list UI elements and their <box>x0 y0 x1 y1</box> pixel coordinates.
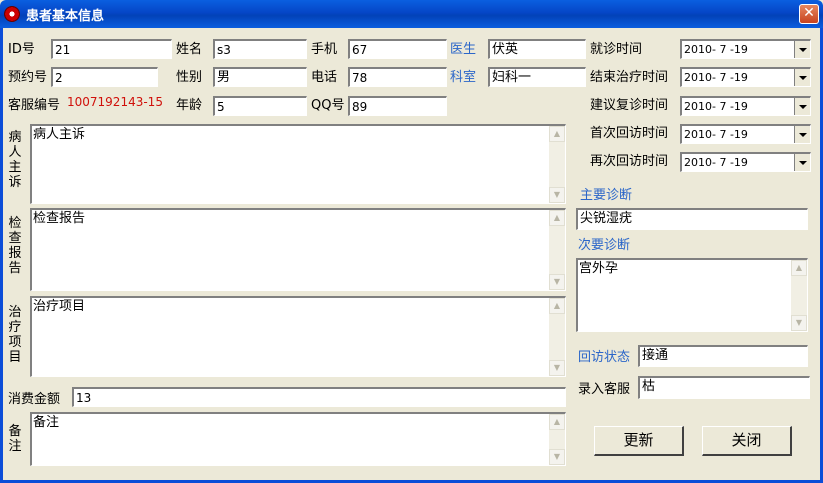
secondary-diagnosis-scrollbar[interactable]: ▲ ▼ <box>791 260 807 331</box>
treatment-label: 治疗项目 <box>8 305 22 365</box>
remark-textarea[interactable]: 备注 ▲ ▼ <box>30 412 566 466</box>
secondary-diagnosis-text: 宫外孕 <box>579 261 619 276</box>
scroll-up-icon[interactable]: ▲ <box>549 414 565 430</box>
amount-field[interactable]: 13 <box>72 387 566 407</box>
scroll-down-icon[interactable]: ▼ <box>549 187 565 203</box>
scroll-up-icon[interactable]: ▲ <box>549 210 565 226</box>
complaint-label: 病人主诉 <box>8 130 22 190</box>
qq-field[interactable]: 89 <box>348 96 447 116</box>
treatment-textarea[interactable]: 治疗项目 ▲ ▼ <box>30 296 566 377</box>
remark-text: 备注 <box>33 415 60 430</box>
complaint-scrollbar[interactable]: ▲ ▼ <box>549 126 565 203</box>
gender-field[interactable]: 男 <box>213 67 307 87</box>
appointment-field[interactable]: 2 <box>51 67 158 87</box>
complaint-text: 病人主诉 <box>33 127 86 142</box>
chevron-down-icon[interactable] <box>794 126 810 143</box>
secondary-diagnosis-textarea[interactable]: 宫外孕 ▲ ▼ <box>576 258 808 332</box>
name-field[interactable]: s3 <box>213 39 307 59</box>
mobile-field[interactable]: 67 <box>348 39 447 59</box>
scroll-up-icon[interactable]: ▲ <box>549 298 565 314</box>
suggest-revisit-label: 建议复诊时间 <box>590 98 669 113</box>
report-textarea[interactable]: 检查报告 ▲ ▼ <box>30 208 566 291</box>
main-diagnosis-label: 主要诊断 <box>580 188 633 203</box>
report-label: 检查报告 <box>8 216 22 276</box>
amount-label: 消费金额 <box>8 392 61 407</box>
scroll-down-icon[interactable]: ▼ <box>549 449 565 465</box>
suggest-revisit-value: 2010- 7 -19 <box>684 100 748 113</box>
scroll-up-icon[interactable]: ▲ <box>791 260 807 276</box>
report-scrollbar[interactable]: ▲ ▼ <box>549 210 565 290</box>
app-icon <box>4 6 20 22</box>
complaint-textarea[interactable]: 病人主诉 ▲ ▼ <box>30 124 566 204</box>
visit-time-value: 2010- 7 -19 <box>684 43 748 56</box>
patient-info-window: 患者基本信息 ✕ ID号 21 姓名 s3 手机 67 医生 伏英 就诊时间 2… <box>0 0 823 483</box>
chevron-down-icon[interactable] <box>794 154 810 171</box>
first-followup-value: 2010- 7 -19 <box>684 128 748 141</box>
end-treatment-value: 2010- 7 -19 <box>684 71 748 84</box>
title-bar[interactable]: 患者基本信息 ✕ <box>0 0 823 28</box>
scroll-down-icon[interactable]: ▼ <box>549 360 565 376</box>
remark-scrollbar[interactable]: ▲ ▼ <box>549 414 565 465</box>
first-followup-select[interactable]: 2010- 7 -19 <box>680 124 811 144</box>
close-button[interactable]: 关闭 <box>702 426 792 456</box>
secondary-diagnosis-label: 次要诊断 <box>578 238 631 253</box>
name-label: 姓名 <box>176 42 203 57</box>
doctor-field[interactable]: 伏英 <box>488 39 586 59</box>
suggest-revisit-select[interactable]: 2010- 7 -19 <box>680 96 811 116</box>
close-icon[interactable]: ✕ <box>799 4 819 24</box>
mobile-label: 手机 <box>311 42 338 57</box>
treatment-scrollbar[interactable]: ▲ ▼ <box>549 298 565 376</box>
qq-label: QQ号 <box>311 98 345 113</box>
id-label: ID号 <box>8 42 35 57</box>
department-field[interactable]: 妇科一 <box>488 67 586 87</box>
window-title: 患者基本信息 <box>26 9 105 24</box>
department-label: 科室 <box>450 70 477 85</box>
chevron-down-icon[interactable] <box>794 98 810 115</box>
remark-label: 备注 <box>8 424 22 454</box>
second-followup-select[interactable]: 2010- 7 -19 <box>680 152 811 172</box>
second-followup-label: 再次回访时间 <box>590 154 669 169</box>
entry-staff-label: 录入客服 <box>578 382 631 397</box>
followup-status-field[interactable]: 接通 <box>638 345 808 367</box>
scroll-up-icon[interactable]: ▲ <box>549 126 565 142</box>
chevron-down-icon[interactable] <box>794 69 810 86</box>
end-treatment-label: 结束治疗时间 <box>590 70 669 85</box>
phone-field[interactable]: 78 <box>348 67 447 87</box>
service-code-value: 1007192143-15 <box>67 95 163 109</box>
age-field[interactable]: 5 <box>213 96 307 116</box>
first-followup-label: 首次回访时间 <box>590 126 669 141</box>
phone-label: 电话 <box>311 70 338 85</box>
followup-status-label: 回访状态 <box>578 350 631 365</box>
service-code-label: 客服编号 <box>8 98 61 113</box>
treatment-text: 治疗项目 <box>33 299 86 314</box>
end-treatment-select[interactable]: 2010- 7 -19 <box>680 67 811 87</box>
appointment-label: 预约号 <box>8 70 48 85</box>
gender-label: 性别 <box>176 70 203 85</box>
second-followup-value: 2010- 7 -19 <box>684 156 748 169</box>
visit-time-select[interactable]: 2010- 7 -19 <box>680 39 811 59</box>
doctor-label: 医生 <box>450 42 477 57</box>
scroll-down-icon[interactable]: ▼ <box>549 274 565 290</box>
visit-time-label: 就诊时间 <box>590 42 643 57</box>
entry-staff-field[interactable]: 枯 <box>638 376 810 399</box>
main-diagnosis-field[interactable]: 尖锐湿疣 <box>576 208 808 230</box>
chevron-down-icon[interactable] <box>794 41 810 58</box>
report-text: 检查报告 <box>33 211 86 226</box>
age-label: 年龄 <box>176 98 203 113</box>
id-field[interactable]: 21 <box>51 39 172 59</box>
update-button[interactable]: 更新 <box>594 426 684 456</box>
scroll-down-icon[interactable]: ▼ <box>791 315 807 331</box>
window-border-left <box>0 28 3 483</box>
